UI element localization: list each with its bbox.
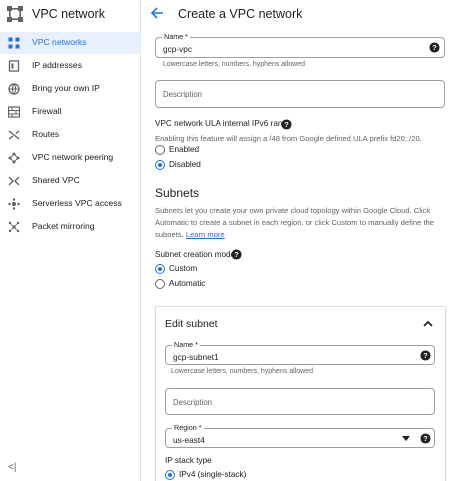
ula-enabled-radio[interactable] bbox=[155, 145, 165, 155]
subnet-name-field-label: Name * bbox=[172, 340, 200, 349]
help-icon[interactable]: ? bbox=[281, 119, 292, 130]
ula-description: Enabling this feature will assign a /48 … bbox=[155, 134, 422, 143]
ula-label: VPC network ULA internal IPv6 range bbox=[155, 119, 292, 128]
sidebar-item-label: IP addresses bbox=[32, 60, 83, 70]
sidebar-item-label: VPC network peering bbox=[32, 152, 114, 162]
firewall-icon bbox=[8, 106, 20, 118]
sidebar-item-serverless-vpc-access[interactable]: Serverless VPC access bbox=[0, 193, 141, 215]
byoip-icon bbox=[8, 83, 20, 95]
ula-disabled-radio[interactable] bbox=[155, 160, 165, 170]
sidebar-item-label: Bring your own IP bbox=[32, 83, 100, 93]
region-select-value: us-east4 bbox=[173, 435, 205, 445]
subnets-text-end: subnets. bbox=[155, 230, 184, 239]
sidebar-item-label: Routes bbox=[32, 129, 60, 139]
name-field-value: gcp-vpc bbox=[163, 44, 193, 54]
name-field-label: Name * bbox=[162, 32, 190, 41]
subnets-text-line-1: Subnets let you create your own private … bbox=[155, 206, 431, 215]
vpc-networks-icon bbox=[8, 37, 20, 49]
shared-vpc-icon bbox=[8, 176, 20, 186]
sidebar-header: VPC network bbox=[0, 0, 141, 28]
ip-addresses-icon bbox=[8, 60, 20, 72]
sidebar-item-packet-mirroring[interactable]: Packet mirroring bbox=[0, 216, 141, 238]
sidebar: VPC network VPC networks IP addresses Br… bbox=[0, 0, 141, 481]
serverless-icon bbox=[8, 198, 20, 210]
sidebar-item-ip-addresses[interactable]: IP addresses bbox=[0, 55, 141, 77]
svg-text:?: ? bbox=[234, 250, 239, 259]
collapse-sidebar-icon[interactable]: <| bbox=[8, 462, 16, 473]
ip-stack-label: IP stack type bbox=[165, 456, 212, 465]
help-icon[interactable]: ? bbox=[429, 42, 440, 53]
help-icon[interactable]: ? bbox=[420, 350, 431, 361]
sidebar-item-label: VPC networks bbox=[32, 37, 87, 47]
ipv4-single-stack-radio[interactable] bbox=[165, 470, 175, 480]
subnet-mode-custom-label: Custom bbox=[169, 264, 198, 273]
sidebar-item-label: Serverless VPC access bbox=[32, 198, 122, 208]
subnet-mode-custom-radio[interactable] bbox=[155, 264, 165, 274]
sidebar-item-label: Packet mirroring bbox=[32, 221, 95, 231]
help-icon[interactable]: ? bbox=[231, 249, 242, 260]
ula-disabled-label: Disabled bbox=[169, 160, 201, 169]
name-field[interactable]: Name * gcp-vpc ? bbox=[155, 32, 445, 58]
region-select-label: Region * bbox=[172, 423, 204, 432]
chevron-up-icon[interactable] bbox=[422, 318, 434, 330]
peering-icon bbox=[8, 152, 20, 164]
name-hint: Lowercase letters, numbers, hyphens allo… bbox=[163, 61, 306, 68]
svg-text:?: ? bbox=[423, 351, 428, 360]
svg-text:?: ? bbox=[284, 120, 289, 129]
help-icon[interactable]: ? bbox=[420, 433, 431, 444]
sidebar-title: VPC network bbox=[32, 7, 105, 21]
sidebar-item-vpc-network-peering[interactable]: VPC network peering bbox=[0, 147, 141, 169]
packet-mirroring-icon bbox=[8, 221, 20, 233]
subnet-mode-label: Subnet creation mode bbox=[155, 250, 236, 259]
vpc-network-icon bbox=[7, 6, 23, 22]
sidebar-item-shared-vpc[interactable]: Shared VPC bbox=[0, 170, 141, 192]
sidebar-item-label: Shared VPC bbox=[32, 175, 80, 185]
sidebar-item-routes[interactable]: Routes bbox=[0, 124, 141, 146]
sidebar-item-vpc-networks[interactable]: VPC networks bbox=[0, 32, 141, 54]
svg-text:?: ? bbox=[423, 434, 428, 443]
subnets-text-line-3: subnets. Learn more bbox=[155, 229, 225, 241]
sidebar-item-bring-your-own-ip[interactable]: Bring your own IP bbox=[0, 78, 141, 100]
subnet-description-field[interactable]: Description bbox=[165, 388, 435, 415]
subnets-heading: Subnets bbox=[155, 186, 200, 200]
subnet-mode-automatic-label: Automatic bbox=[169, 279, 206, 288]
subnet-description-placeholder: Description bbox=[173, 398, 212, 407]
subnet-name-field[interactable]: Name * gcp-subnet1 ? bbox=[165, 340, 435, 365]
svg-text:?: ? bbox=[432, 43, 437, 52]
ipv4-single-stack-label: IPv4 (single-stack) bbox=[179, 470, 247, 479]
sidebar-item-firewall[interactable]: Firewall bbox=[0, 101, 141, 123]
subnet-name-hint: Lowercase letters, numbers, hyphens allo… bbox=[171, 368, 314, 375]
page-title: Create a VPC network bbox=[178, 7, 303, 21]
edit-subnet-title: Edit subnet bbox=[165, 318, 218, 330]
learn-more-link[interactable]: Learn more bbox=[186, 230, 225, 239]
routes-icon bbox=[8, 130, 20, 140]
sidebar-item-label: Firewall bbox=[32, 106, 62, 116]
ula-enabled-label: Enabled bbox=[169, 145, 200, 154]
back-arrow-icon[interactable] bbox=[150, 6, 164, 20]
dropdown-arrow-icon[interactable] bbox=[402, 436, 410, 442]
description-placeholder: Description bbox=[163, 90, 202, 99]
subnet-name-field-value: gcp-subnet1 bbox=[173, 352, 219, 362]
subnet-mode-automatic-radio[interactable] bbox=[155, 279, 165, 289]
subnets-text-line-2: Automatic to create a subnet in each reg… bbox=[155, 218, 435, 227]
description-field[interactable]: Description bbox=[155, 80, 445, 108]
region-select[interactable]: Region * us-east4 ? bbox=[165, 423, 435, 448]
